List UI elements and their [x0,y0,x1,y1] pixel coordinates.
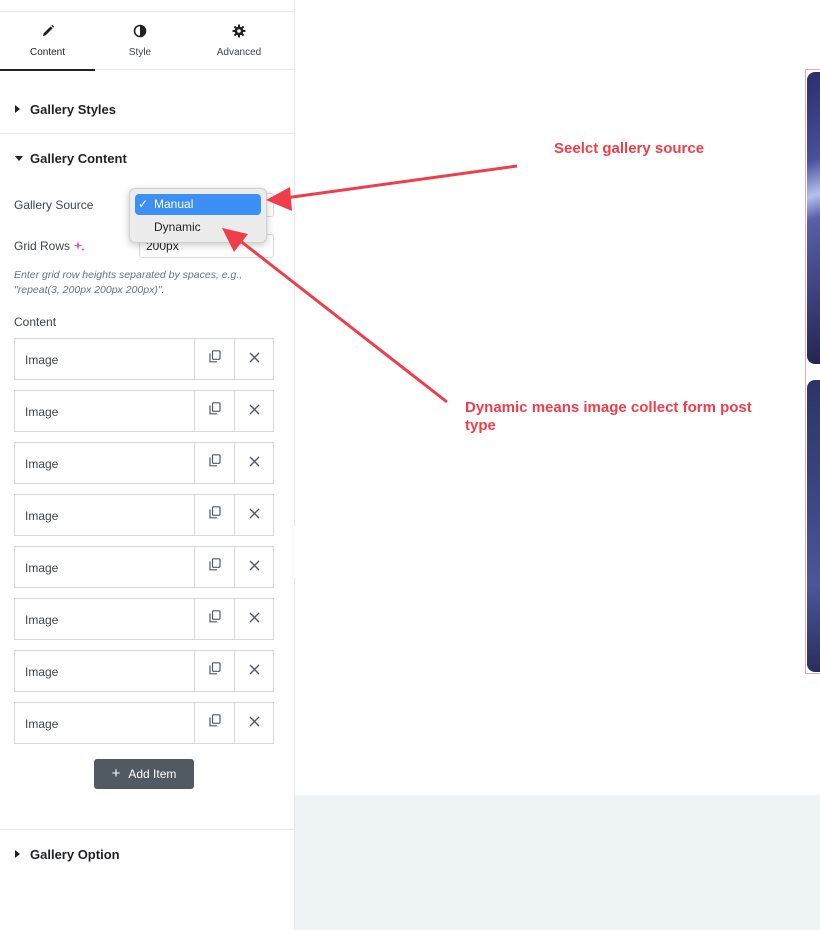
remove-button[interactable] [234,651,274,691]
editor-panel: Content Style Advanced Gallery Styles Ga… [0,0,295,930]
tab-advanced-label: Advanced [216,47,262,58]
repeater-item[interactable]: Image [14,442,274,484]
copy-icon [208,454,221,472]
remove-button[interactable] [234,391,274,431]
gear-icon [185,24,293,40]
duplicate-button[interactable] [194,391,234,431]
section-gallery-content[interactable]: Gallery Content [0,134,295,174]
remove-button[interactable] [234,495,274,535]
remove-button[interactable] [234,339,274,379]
section-title: Gallery Styles [30,102,116,117]
repeater-item[interactable]: Image [14,702,274,744]
tab-content-label: Content [29,47,66,58]
copy-icon [208,350,221,368]
repeater-item-title[interactable]: Image [25,561,58,575]
copy-icon [208,402,221,420]
repeater-item[interactable]: Image [14,338,274,380]
repeater-item[interactable]: Image [14,494,274,536]
annotation-dynamic-note: Dynamic means image collect form post ty… [465,399,752,434]
duplicate-button[interactable] [194,651,234,691]
remove-button[interactable] [234,599,274,639]
close-icon [249,454,260,472]
section-title: Gallery Option [30,847,120,862]
copy-icon [208,714,221,732]
repeater-item[interactable]: Image [14,598,274,640]
check-icon: ✓ [138,197,149,211]
repeater-item[interactable]: Image [14,650,274,692]
grid-rows-help: Enter grid row heights separated by spac… [14,269,243,296]
close-icon [249,558,260,576]
close-icon [249,662,260,680]
tab-content[interactable]: Content [0,12,95,71]
duplicate-button[interactable] [194,703,234,743]
panel-tabs: Content Style Advanced [0,12,295,71]
repeater-item-title[interactable]: Image [25,717,58,731]
ai-sparkle-icon[interactable] [73,240,86,253]
caret-right-icon [15,105,20,113]
plus-icon: + [111,765,121,782]
section-gallery-option[interactable]: Gallery Option [0,830,295,880]
repeater-item-title[interactable]: Image [25,509,58,523]
pencil-icon [0,24,95,40]
duplicate-button[interactable] [194,339,234,379]
close-icon [249,610,260,628]
caret-down-icon [15,156,23,161]
copy-icon [208,558,221,576]
remove-button[interactable] [234,547,274,587]
duplicate-button[interactable] [194,443,234,483]
tab-active-indicator [0,69,95,71]
gallery-source-label: Gallery Source [14,198,94,212]
close-icon [249,350,260,368]
repeater-item-title[interactable]: Image [25,405,58,419]
half-circle-icon [95,24,185,40]
add-item-button[interactable]: + Add Item [94,759,194,789]
copy-icon [208,662,221,680]
close-icon [249,402,260,420]
tab-style[interactable]: Style [95,12,185,70]
add-item-label: Add Item [128,767,177,781]
annotation-select-source: Seelct gallery source [554,140,705,157]
option-dynamic[interactable]: Dynamic [135,217,261,238]
close-icon [249,506,260,524]
option-label: Manual [154,197,194,211]
repeater-item-title[interactable]: Image [25,353,58,367]
remove-button[interactable] [234,443,274,483]
content-label: Content [14,315,57,329]
duplicate-button[interactable] [194,599,234,639]
duplicate-button[interactable] [194,547,234,587]
repeater-item[interactable]: Image [14,390,274,432]
preview-footer-section [295,795,820,930]
gallery-source-dropdown: ✓ Manual Dynamic [129,188,267,243]
gallery-image [807,380,820,672]
copy-icon [208,610,221,628]
option-manual[interactable]: ✓ Manual [135,194,261,215]
grid-rows-label: Grid Rows [14,239,71,253]
gallery-image [807,72,820,364]
copy-icon [208,506,221,524]
repeater-item-title[interactable]: Image [25,457,58,471]
repeater-item[interactable]: Image [14,546,274,588]
section-title: Gallery Content [30,151,127,166]
close-icon [249,714,260,732]
remove-button[interactable] [234,703,274,743]
option-label: Dynamic [154,220,201,234]
duplicate-button[interactable] [194,495,234,535]
tab-advanced[interactable]: Advanced [185,12,293,70]
repeater-item-title[interactable]: Image [25,613,58,627]
repeater-item-title[interactable]: Image [25,665,58,679]
caret-right-icon [15,850,20,858]
tab-style-label: Style [128,47,152,58]
